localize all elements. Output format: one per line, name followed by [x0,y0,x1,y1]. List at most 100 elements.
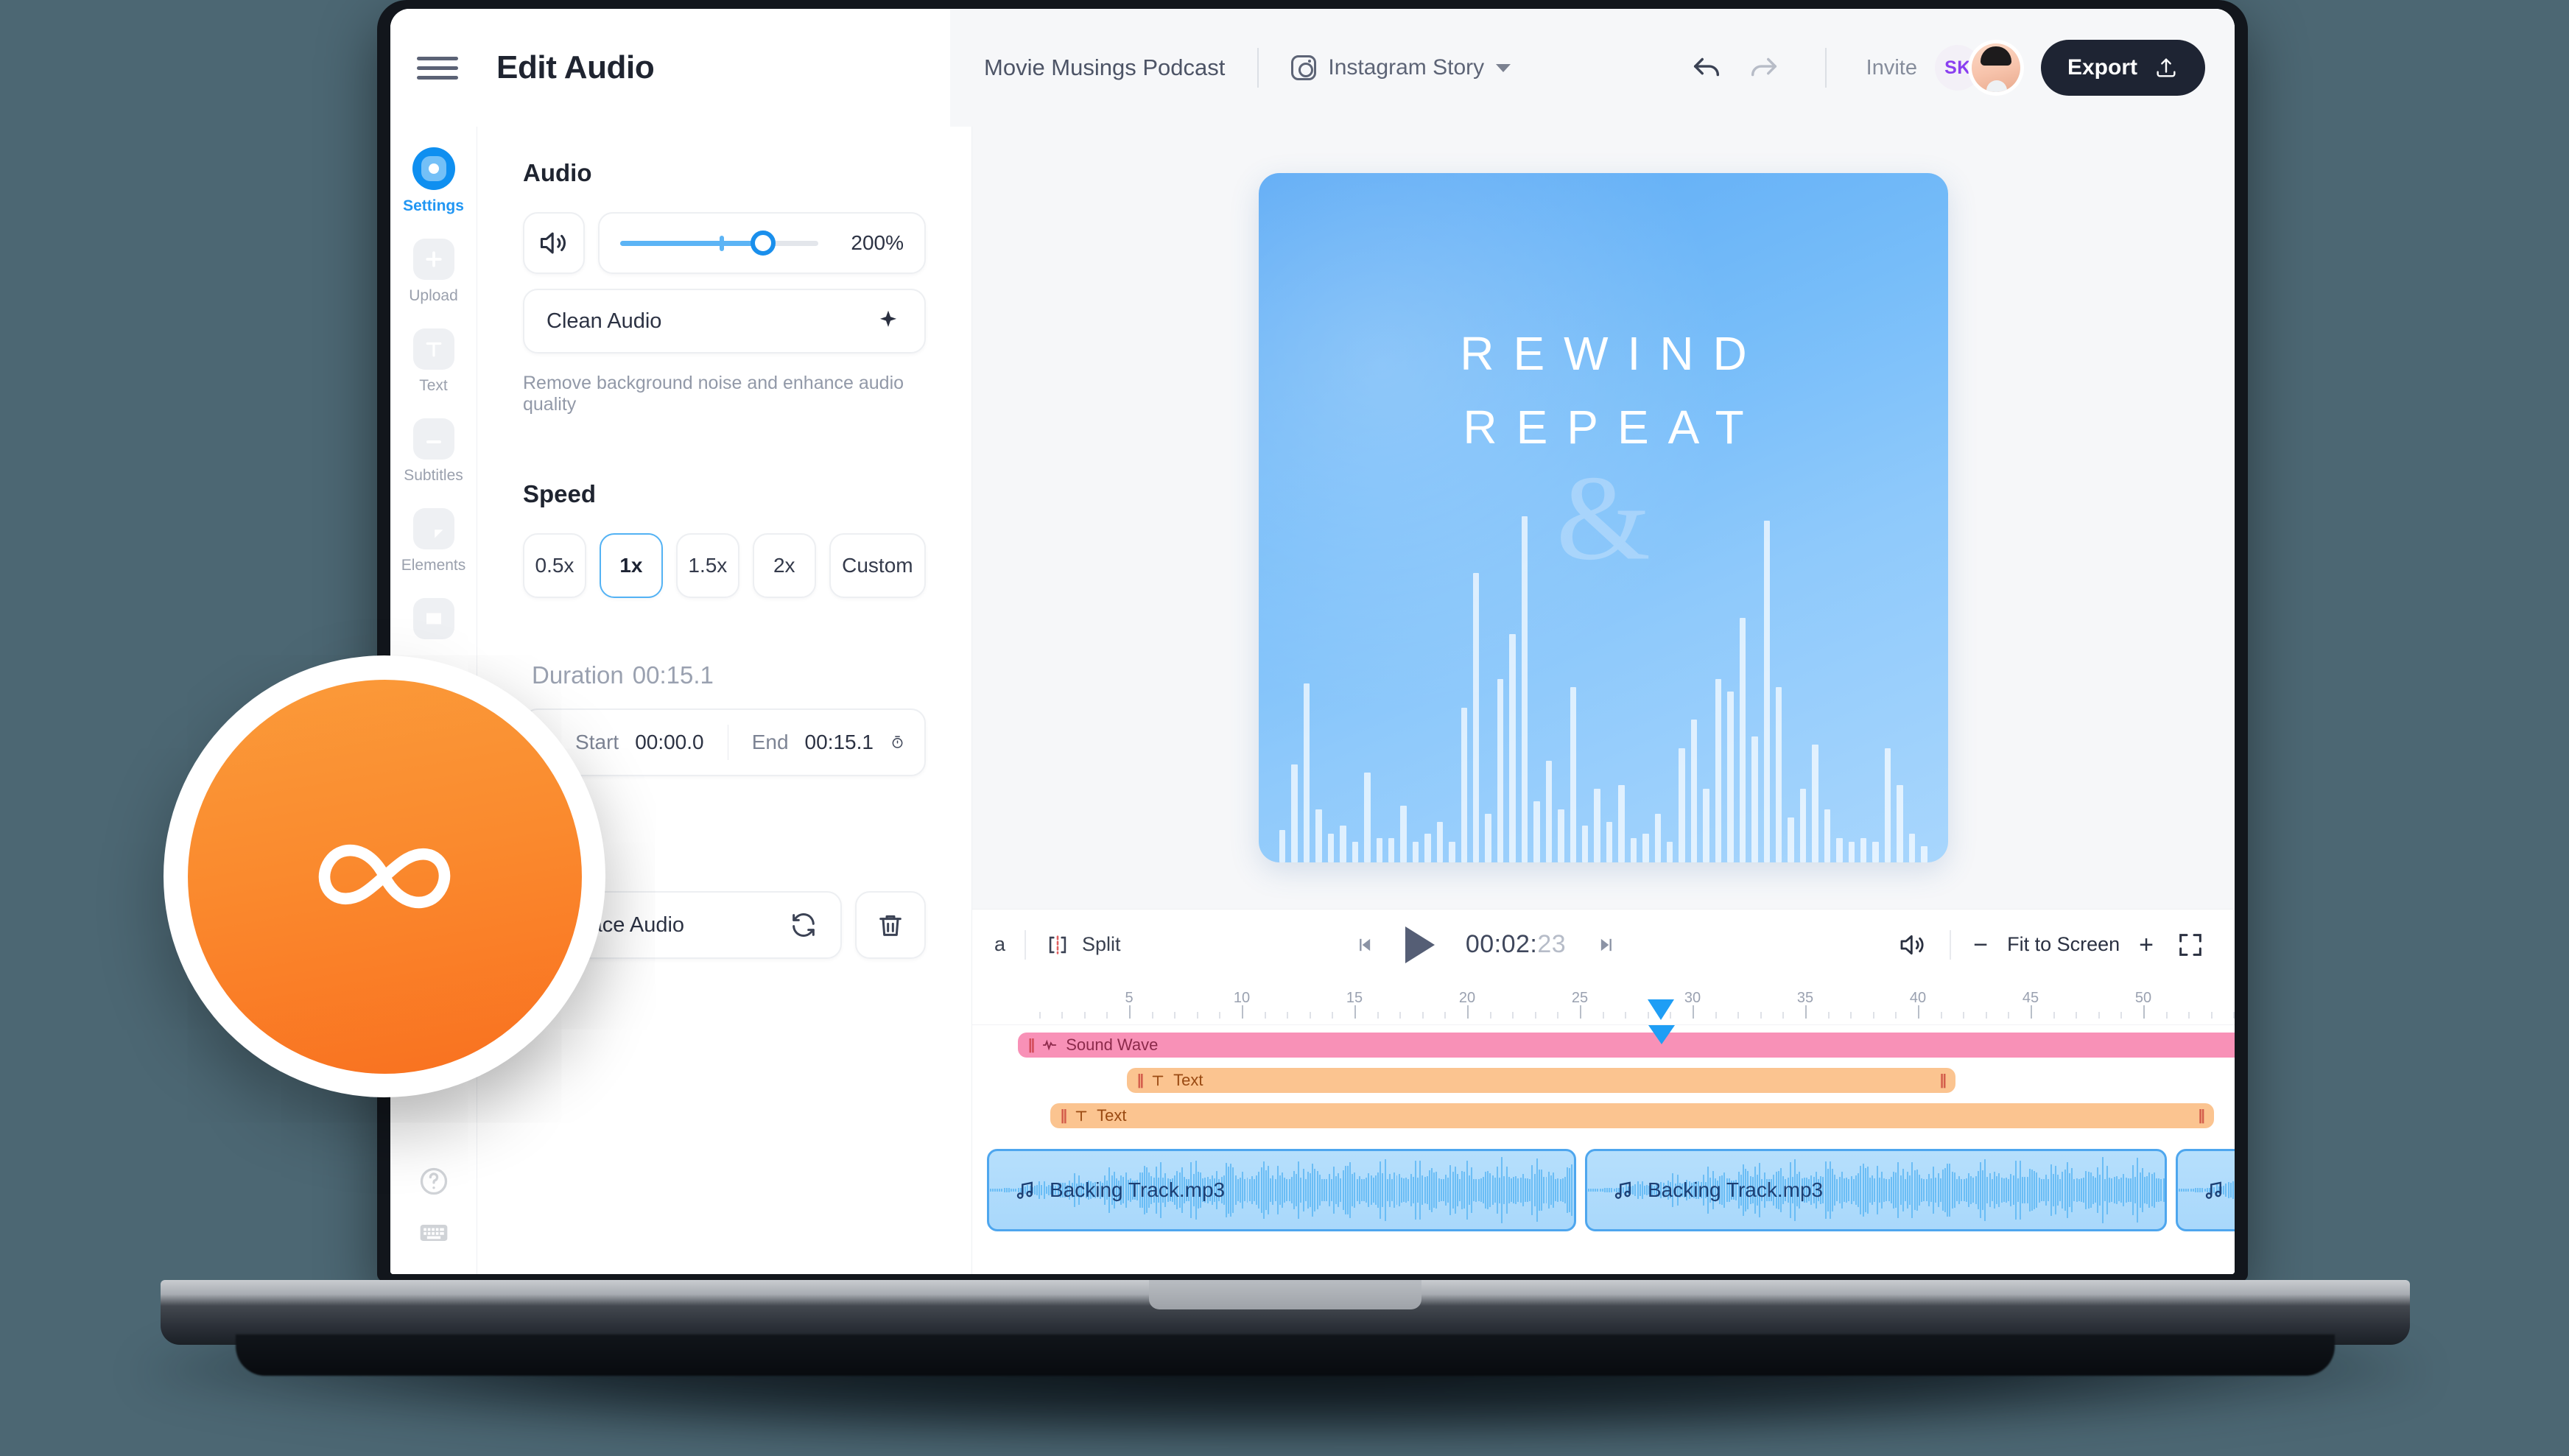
speed-option-1-5x[interactable]: 1.5x [675,533,739,598]
audio-clip[interactable]: Backing Track.mp3 [987,1149,1576,1231]
timeline[interactable]: 510152025303540455060 || Sound Wave || Text… [972,980,2235,1274]
project-name[interactable]: Movie Musings Podcast [984,54,1225,81]
page-title: Edit Audio [496,49,655,85]
sidebar-item-label: Elements [401,557,466,574]
selected-clip-name: a [994,933,1006,955]
ruler-label: 50 [2134,990,2152,1006]
ruler-tick [2076,1012,2078,1019]
top-bar: Edit Audio Movie Musings Podcast Instagr… [390,9,2235,127]
ruler-tick [1174,1012,1176,1019]
hamburger-menu-icon[interactable] [417,56,458,80]
avatar[interactable] [1971,43,2020,92]
clip-grip-handle[interactable]: || [1061,1108,1067,1125]
ruler-tick [1083,1012,1086,1019]
sidebar-item-elements[interactable]: Elements [390,492,477,582]
timeline-clip[interactable]: || Text || [1126,1068,1955,1093]
music-note-icon [1016,1181,1033,1199]
ruler-tick [1196,1012,1198,1019]
clip-label: Text [1097,1106,1127,1125]
ruler-tick [1287,1012,1289,1019]
split-button[interactable]: Split [1045,932,1121,957]
invite-button[interactable]: Invite [1866,56,1917,80]
redo-button[interactable] [1735,39,1793,96]
canvas-area: & REWIND REPEAT [972,127,2235,909]
start-value[interactable]: 00:00.0 [635,731,703,754]
chevron-down-icon [1496,63,1511,72]
volume-slider[interactable] [620,231,818,256]
ruler-label: 30 [1684,990,1701,1006]
speed-option-1x[interactable]: 1x [599,533,663,598]
timeline-clip[interactable]: || Sound Wave [1018,1033,2235,1058]
ruler-tick [1421,1012,1424,1019]
divider [1950,929,1952,960]
player-toolbar: a Split 00:02:23 − Fit to Screen + [972,909,2235,980]
volume-slider-card: 200% [598,212,926,274]
volume-icon[interactable] [1898,930,1927,960]
ruler-tick [2098,1012,2100,1019]
zoom-level-label[interactable]: Fit to Screen [2007,933,2120,956]
audio-clip[interactable]: Backing Track.mp3 [1585,1149,2167,1231]
speed-option-0-5x[interactable]: 0.5x [523,533,586,598]
clip-grip-handle[interactable]: || [1940,1072,1947,1089]
zoom-in-button[interactable]: + [2139,932,2154,957]
sidebar-item-settings[interactable]: Settings [390,131,477,222]
clip-label: Sound Wave [1066,1035,1159,1054]
clip-grip-handle[interactable]: || [1028,1037,1035,1054]
aspect-ratio-selector[interactable]: Instagram Story [1291,55,1511,80]
ruler-label: 40 [1909,990,1927,1006]
sidebar-item-subtitles[interactable]: Subtitles [390,402,477,492]
timeline-ruler[interactable]: 510152025303540455060 [972,980,2235,1025]
speed-option-custom[interactable]: Custom [829,533,927,598]
timeline-tracks: || Sound Wave || Text || || Text || Backing Trac… [972,1025,2235,1231]
refresh-icon [793,913,815,937]
ruler-tick [1580,1005,1581,1019]
zoom-controls: − Fit to Screen + [1973,932,2154,957]
playhead-handle[interactable] [1648,999,1675,1020]
ruler-tick [2165,1012,2168,1019]
mute-toggle-button[interactable] [523,212,585,274]
infinity-logo [318,844,451,909]
play-button[interactable] [1405,926,1435,963]
sidebar-item-label: Subtitles [404,467,463,484]
delete-audio-button[interactable] [855,891,926,959]
ruler-tick [1805,1005,1807,1019]
sidebar-item-text[interactable]: Text [390,312,477,402]
keyboard-icon[interactable] [418,1217,450,1249]
preview-waveform-bars [1276,516,1930,862]
clip-grip-handle[interactable]: || [1137,1072,1144,1089]
help-icon[interactable] [418,1165,450,1197]
brand-logo-circle [187,679,582,1074]
duration-range-card: Start 00:00.0 End 00:15.1 [523,708,926,776]
ruler-tick [1827,1012,1830,1019]
skip-back-icon[interactable] [1354,935,1374,955]
audio-clip[interactable]: Backing Track.mp3 [2176,1149,2235,1231]
playhead[interactable] [1648,1025,1676,1044]
skip-forward-icon[interactable] [1597,935,1617,955]
timeline-clip[interactable]: || Text || [1050,1103,2214,1128]
ruler-tick [1151,1012,1153,1019]
undo-button[interactable] [1678,39,1735,96]
ruler-tick [1354,1005,1356,1019]
split-label: Split [1082,933,1121,955]
end-value[interactable]: 00:15.1 [805,731,874,754]
clean-audio-label: Clean Audio [547,309,662,333]
audio-section-title: Audio [523,159,592,186]
canvas-column: & REWIND REPEAT a Split 00:02:23 − Fit t… [972,127,2235,1274]
video-preview[interactable]: & REWIND REPEAT [1259,173,1948,862]
volume-slider-knob[interactable] [750,231,776,256]
ruler-tick [2210,1012,2213,1019]
zoom-out-button[interactable]: − [1973,932,1988,957]
ruler-tick [1399,1012,1402,1019]
export-button[interactable]: Export [2040,40,2205,96]
ruler-tick [1693,1005,1694,1019]
clip-label: Text [1173,1071,1203,1089]
speed-option-2x[interactable]: 2x [752,533,816,598]
clean-audio-button[interactable]: Clean Audio [523,289,926,354]
clip-grip-handle[interactable]: || [2199,1108,2205,1125]
sidebar-item-media[interactable] [390,582,477,654]
ruler-label: 15 [1346,990,1363,1006]
fullscreen-icon[interactable] [2176,930,2205,960]
plus-icon [412,239,454,280]
sidebar-item-upload[interactable]: Upload [390,222,477,312]
text-icon [412,328,454,370]
